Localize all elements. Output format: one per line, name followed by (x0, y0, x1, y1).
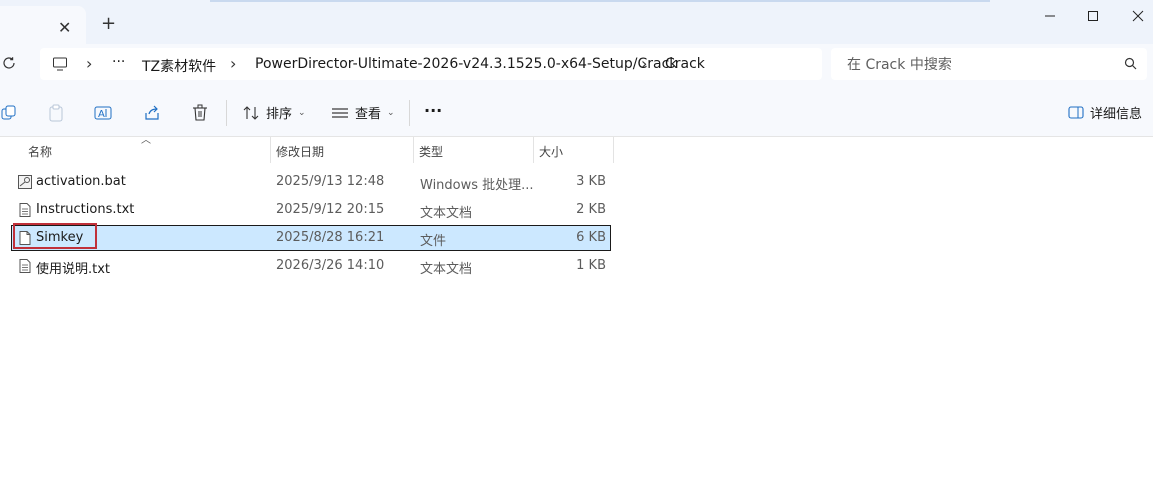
text-file-icon (19, 259, 31, 273)
file-type: Windows 批处理... (420, 178, 534, 193)
breadcrumb-item-setup[interactable]: PowerDirector-Ultimate-2026-v24.3.1525.0… (255, 56, 677, 72)
file-size: 3 KB (576, 174, 606, 189)
search-box[interactable] (831, 48, 1147, 80)
file-row[interactable]: activation.bat 2025/9/13 12:48 Windows 批… (12, 170, 610, 194)
chevron-down-icon: ⌄ (387, 107, 395, 118)
share-icon[interactable] (143, 104, 161, 122)
delete-icon[interactable] (191, 104, 209, 122)
title-bar: ✕ + (0, 0, 1153, 44)
close-window-icon[interactable] (1118, 6, 1153, 26)
details-label: 详细信息 (1090, 107, 1143, 122)
file-type: 文本文档 (420, 262, 473, 277)
column-divider[interactable] (613, 137, 614, 163)
breadcrumb-item-crack[interactable]: Crack (665, 56, 705, 72)
command-bar: A 排序 ⌄ 查看 ⌄ ··· 详细信息 (0, 88, 1153, 137)
paste-icon[interactable] (47, 104, 65, 122)
file-size: 6 KB (576, 230, 606, 245)
column-header-name[interactable]: 名称 (12, 137, 270, 163)
column-header-modified[interactable]: 修改日期 (270, 137, 413, 163)
chevron-down-icon: ⌄ (298, 107, 306, 118)
svg-text:A: A (98, 109, 105, 120)
toolbar-divider (409, 100, 410, 126)
new-tab-icon[interactable]: + (101, 13, 116, 34)
more-options-button[interactable]: ··· (424, 101, 442, 120)
address-bar[interactable]: › ··· TZ素材软件 › PowerDirector-Ultimate-20… (40, 48, 822, 80)
annotation-highlight-box (13, 223, 97, 249)
chevron-right-icon[interactable]: › (86, 54, 92, 73)
view-list-icon (332, 107, 348, 118)
minimize-icon[interactable] (1030, 6, 1070, 26)
sort-label: 排序 (266, 107, 293, 122)
batch-file-icon (18, 175, 32, 189)
computer-icon[interactable] (52, 56, 68, 72)
chevron-right-icon[interactable]: › (230, 54, 236, 73)
search-icon[interactable] (1124, 57, 1137, 70)
file-name: activation.bat (36, 174, 126, 189)
text-file-icon (19, 203, 31, 217)
file-type: 文本文档 (420, 206, 473, 221)
sort-button[interactable]: 排序 ⌄ (242, 103, 306, 122)
details-pane-button[interactable]: 详细信息 (1068, 103, 1142, 122)
copy-icon[interactable] (0, 104, 18, 122)
close-tab-icon[interactable]: ✕ (58, 18, 71, 37)
file-row-selected[interactable]: Simkey 2025/8/28 16:21 文件 6 KB (11, 225, 611, 251)
view-button[interactable]: 查看 ⌄ (331, 103, 395, 122)
file-modified: 2025/9/12 20:15 (276, 202, 385, 217)
rename-icon[interactable]: A (94, 104, 112, 122)
file-type: 文件 (420, 234, 447, 249)
file-size: 2 KB (576, 202, 606, 217)
file-modified: 2026/3/26 14:10 (276, 258, 385, 273)
address-row: › ··· TZ素材软件 › PowerDirector-Ultimate-20… (0, 44, 1153, 88)
title-accent-line (210, 0, 990, 2)
file-modified: 2025/8/28 16:21 (276, 230, 385, 245)
sort-icon (243, 105, 259, 120)
column-header-type[interactable]: 类型 (413, 137, 533, 163)
breadcrumb-more[interactable]: ··· (112, 54, 125, 70)
chevron-right-icon[interactable]: › (641, 54, 647, 73)
breadcrumb-item-tz[interactable]: TZ素材软件 (142, 56, 216, 76)
file-size: 1 KB (576, 258, 606, 273)
details-pane-icon (1068, 106, 1084, 119)
active-tab[interactable]: ✕ (0, 6, 86, 44)
maximize-icon[interactable] (1073, 6, 1113, 26)
refresh-icon[interactable] (2, 56, 16, 70)
column-header-size[interactable]: 大小 (533, 137, 613, 163)
view-label: 查看 (355, 107, 382, 122)
file-modified: 2025/9/13 12:48 (276, 174, 385, 189)
search-input[interactable] (845, 54, 1119, 76)
file-row[interactable]: 使用说明.txt 2026/3/26 14:10 文本文档 1 KB (12, 254, 610, 278)
file-row[interactable]: Instructions.txt 2025/9/12 20:15 文本文档 2 … (12, 198, 610, 222)
file-name: 使用说明.txt (36, 262, 111, 277)
file-name: Instructions.txt (36, 202, 135, 217)
toolbar-divider (226, 100, 227, 126)
